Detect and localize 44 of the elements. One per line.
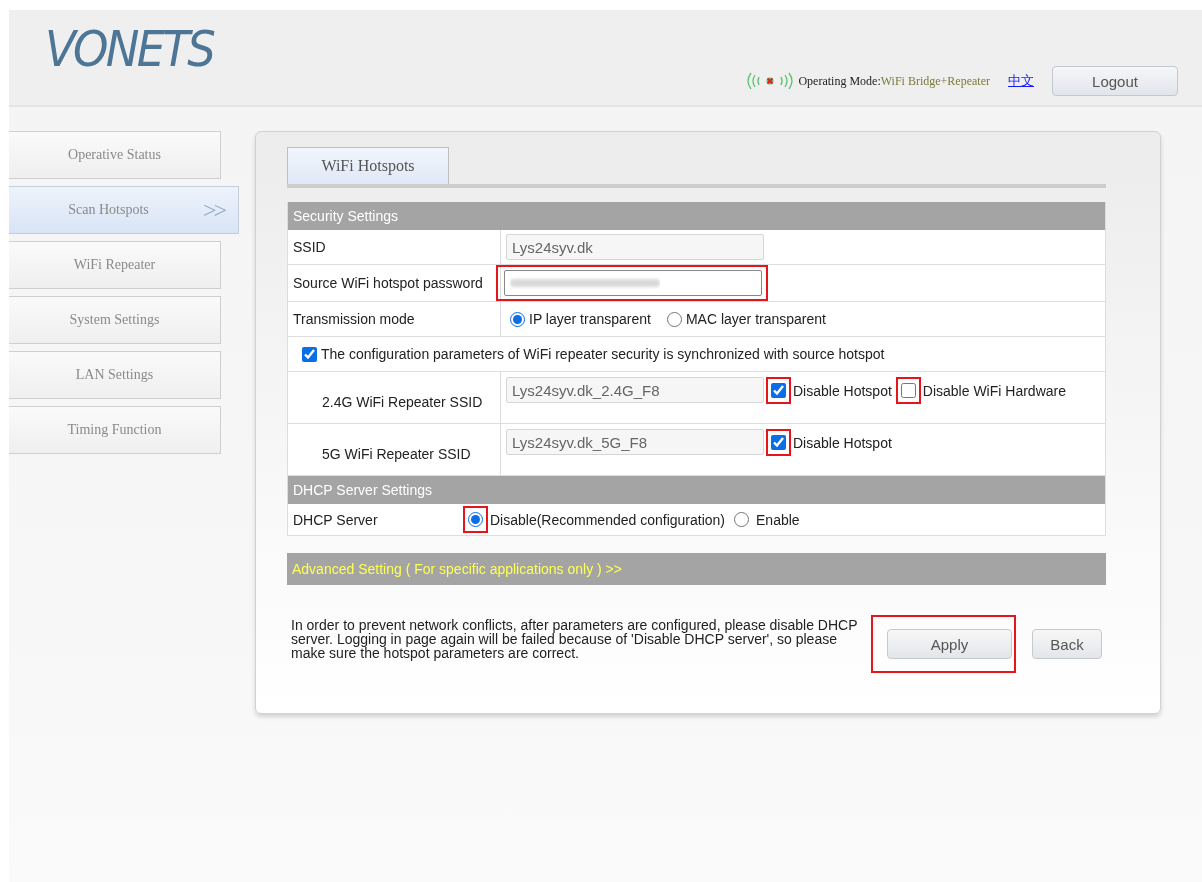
field-label: 2.4G WiFi Repeater SSID xyxy=(288,372,501,423)
radio-button[interactable] xyxy=(510,311,525,327)
logout-button[interactable]: Logout xyxy=(1052,66,1178,96)
sidebar-item[interactable]: Scan Hotspots >> xyxy=(9,186,239,234)
field-label: 5G WiFi Repeater SSID xyxy=(288,424,501,475)
tab[interactable]: WiFi Hotspots xyxy=(287,147,449,184)
language-link[interactable]: 中文 xyxy=(1008,72,1034,90)
sidebar-item[interactable]: Operative Status xyxy=(9,131,221,179)
action-button[interactable]: Back xyxy=(1032,629,1102,659)
ssid-field[interactable]: Lys24syv.dk xyxy=(506,234,764,260)
warning-note: In order to prevent network conflicts, after parameters are configured, please disable DHCP server. Logging in page again will be failed because of 'Disable DHCP server', so please make sure the hotspot parameters are correct. xyxy=(291,618,859,660)
option-label: The configuration parameters of WiFi repeater security is synchronized with source hotspot xyxy=(321,346,885,362)
field-label: Source WiFi hotspot password xyxy=(288,265,501,301)
checkbox[interactable] xyxy=(771,383,786,398)
radio-button[interactable] xyxy=(666,311,682,327)
field-label: DHCP Server xyxy=(292,511,379,530)
section-header: DHCP Server Settings xyxy=(288,476,1105,504)
radio-button[interactable] xyxy=(734,512,749,527)
sidebar-item[interactable]: WiFi Repeater xyxy=(9,241,221,289)
password-field[interactable] xyxy=(504,270,762,296)
section-header: Security Settings xyxy=(288,202,1105,230)
field-label: SSID xyxy=(288,230,501,264)
action-button[interactable]: Apply xyxy=(887,629,1012,659)
option-label: MAC layer transparent xyxy=(685,311,826,327)
ssid-field[interactable]: Lys24syv.dk_5G_F8 xyxy=(506,429,764,455)
checkbox[interactable] xyxy=(900,383,916,398)
wifi-status-icon xyxy=(745,71,796,91)
mode-value: WiFi Bridge+Repeater xyxy=(880,73,990,89)
option-label: Disable Hotspot xyxy=(793,382,892,399)
sidebar-item[interactable]: System Settings xyxy=(9,296,221,344)
logo: VONETS xyxy=(45,24,214,74)
field-label: Transmission mode xyxy=(288,302,501,336)
option-label: IP layer transparent xyxy=(529,311,651,327)
checkbox[interactable] xyxy=(771,435,786,450)
checkbox[interactable] xyxy=(302,346,317,362)
option-label: Enable xyxy=(756,511,800,528)
option-label: Disable WiFi Hardware xyxy=(922,382,1066,399)
radio-button[interactable] xyxy=(468,512,483,527)
ssid-field[interactable]: Lys24syv.dk_2.4G_F8 xyxy=(506,377,764,403)
sidebar-item[interactable]: Timing Function xyxy=(9,406,221,454)
option-label: Disable(Recommended configuration) xyxy=(490,511,725,528)
option-label: Disable Hotspot xyxy=(793,434,892,451)
mode-label: Operating Mode: xyxy=(798,73,881,89)
sidebar-item[interactable]: LAN Settings xyxy=(9,351,221,399)
